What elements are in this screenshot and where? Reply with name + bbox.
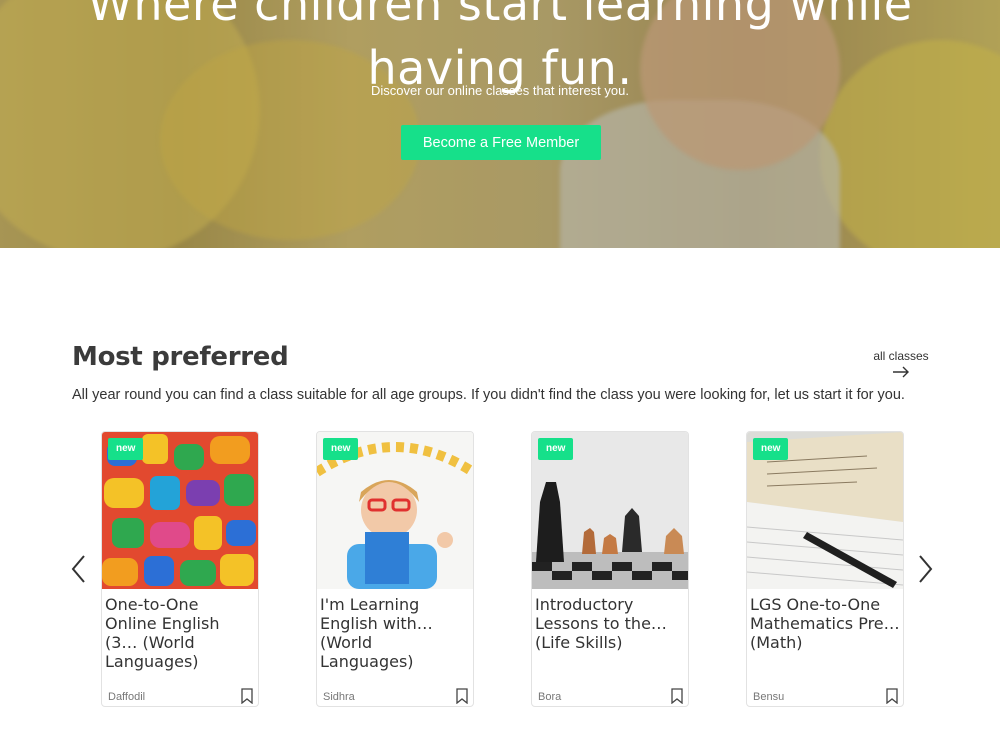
carousel-prev-button[interactable] xyxy=(64,550,94,590)
class-author: Daffodil xyxy=(108,691,146,703)
hero-banner: Where children start learning while havi… xyxy=(0,0,1000,248)
carousel-next-button[interactable] xyxy=(910,550,940,590)
new-badge: new xyxy=(323,438,359,460)
hero-title-line1: Where children start learning while xyxy=(87,0,913,31)
new-badge: new xyxy=(753,438,789,460)
all-classes-link[interactable]: all classes xyxy=(866,349,936,380)
class-card[interactable]: new One-to-One Online English (3… (World… xyxy=(101,431,259,707)
section-title: Most preferred xyxy=(72,342,289,372)
class-title: LGS One-to-One Mathematics Pre… (Math) xyxy=(750,595,900,652)
class-author: Sidhra xyxy=(323,691,355,703)
class-author: Bora xyxy=(538,691,562,703)
class-title: One-to-One Online English (3… (World Lan… xyxy=(105,595,220,671)
bookmark-icon[interactable] xyxy=(455,688,469,705)
new-badge: new xyxy=(538,438,574,460)
class-author: Bensu xyxy=(753,691,785,703)
section-description: All year round you can find a class suit… xyxy=(72,387,905,403)
class-title: Introductory Lessons to the… (Life Skill… xyxy=(535,595,667,652)
class-card[interactable]: new I'm Learning English with… (World La… xyxy=(316,431,474,707)
bookmark-icon[interactable] xyxy=(240,688,254,705)
class-card[interactable]: new LGS One-to-One Mathematics Pre… (Mat… xyxy=(746,431,904,707)
arrow-right-icon xyxy=(866,364,936,380)
bookmark-icon[interactable] xyxy=(670,688,684,705)
class-card[interactable]: new Introductory Lessons to the… (Life S… xyxy=(531,431,689,707)
bookmark-icon[interactable] xyxy=(885,688,899,705)
new-badge: new xyxy=(108,438,144,460)
all-classes-label: all classes xyxy=(873,349,929,363)
class-title: I'm Learning English with… (World Langua… xyxy=(320,595,433,671)
chevron-left-icon xyxy=(64,555,94,593)
become-member-button[interactable]: Become a Free Member xyxy=(401,125,601,160)
hero-subtitle: Discover our online classes that interes… xyxy=(371,83,629,98)
chevron-right-icon xyxy=(910,555,940,593)
